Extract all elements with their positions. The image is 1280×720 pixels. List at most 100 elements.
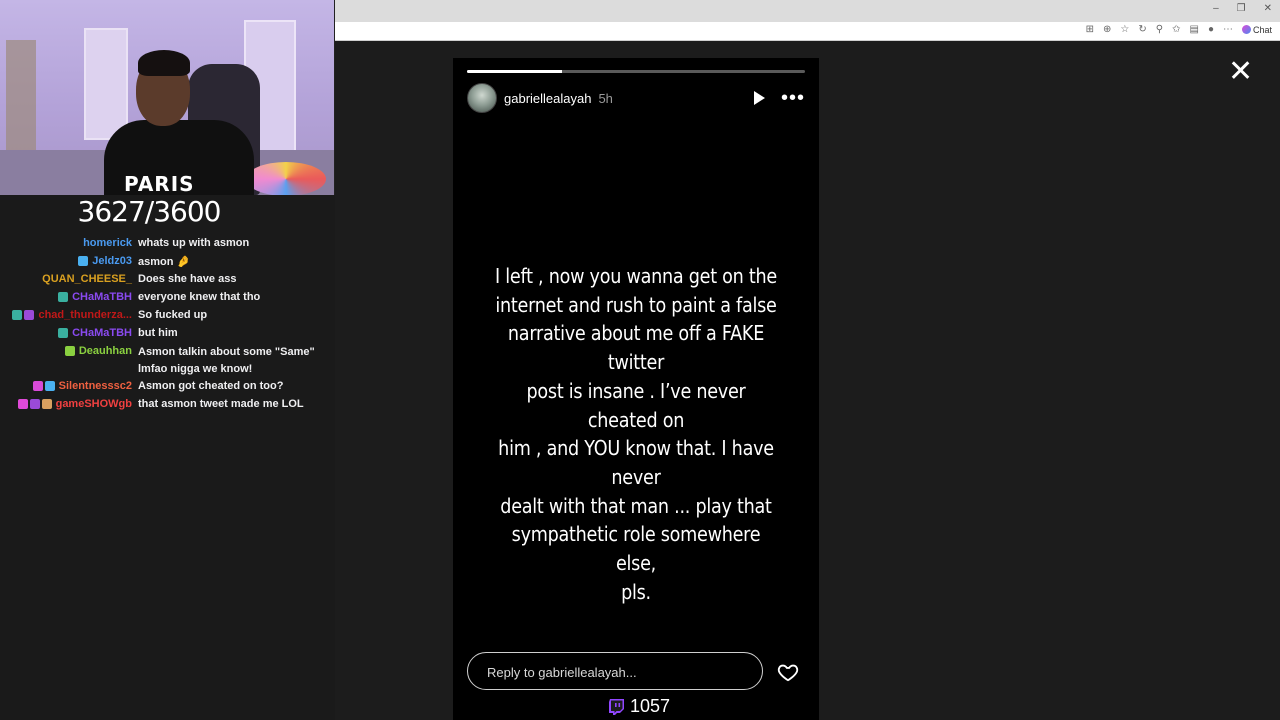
chat-username-text: Deauhhan [78,345,132,357]
chat-badge-icon [58,328,69,339]
minimize-button[interactable]: – [1213,3,1219,14]
chat-badge-icon [41,399,52,410]
menu-icon[interactable]: ⋯ [1223,24,1233,35]
chat-message-text: Does she have ass [138,273,237,285]
heart-icon[interactable] [777,661,799,683]
restore-button[interactable]: ❐ [1237,3,1246,14]
favorites-icon[interactable]: ✩ [1172,24,1180,35]
window-controls: – ❐ ✕ [1213,3,1272,14]
chat-button-label: Chat [1252,24,1272,35]
chat-message: gameSHOWgb that asmon tweet made me LOL [0,396,335,414]
grid-icon[interactable]: ⊞ [1086,24,1094,35]
chat-message: CHaMaTBH but him [0,325,335,343]
chat-badges [32,381,55,392]
chat-badge-icon [44,381,55,392]
extensions-icon[interactable]: ⚲ [1156,24,1163,35]
chat-username[interactable]: gameSHOWgb [17,398,132,410]
chat-badges [64,346,75,357]
reply-input[interactable] [485,653,749,691]
chat-badge-icon [12,310,23,321]
browser-titlebar: – ❐ ✕ [335,0,1280,22]
chat-username[interactable]: CHaMaTBH [58,327,132,339]
collections-icon[interactable]: ▤ [1189,24,1198,35]
chat-username[interactable]: chad_thunderza... [12,309,132,321]
chat-message-text: that asmon tweet made me LOL [138,398,304,410]
chat-username-text: chad_thunderza... [38,309,132,321]
chat-badges [17,399,52,410]
chat-message-text: Asmon got cheated on too? [138,380,284,392]
chat-username-text: CHaMaTBH [72,291,132,303]
chat-message: chad_thunderza... So fucked up [0,307,335,325]
chat-username[interactable]: Jeldz03 [78,255,132,267]
viewer-count-value: 1057 [630,696,671,716]
chat-message: Silentnesssc2 Asmon got cheated on too? [0,378,335,396]
chat-badge-icon [24,310,35,321]
story-text-line: narrative about me off a FAKE twitter [507,321,765,375]
more-options-icon[interactable]: ••• [781,88,805,108]
chat-message-text: everyone knew that tho [138,291,261,303]
chat-button[interactable]: Chat [1241,24,1272,35]
browser-toolbar: ⊞ ⊕ ☆ ↻ ⚲ ✩ ▤ ● ⋯ Chat [335,22,1280,41]
chat-username-text: CHaMaTBH [72,327,132,339]
story-text: I left , now you wanna get on the intern… [493,262,780,606]
story-text-line: post is insane . I’ve never cheated on [526,378,746,432]
story-text-line: dealt with that man ... play that [500,493,772,518]
copilot-icon [1241,25,1251,34]
chat-badge-icon [32,381,43,392]
chat-message-text: but him [138,327,178,339]
chat-username[interactable]: QUAN_CHEESE_ [42,273,132,285]
play-icon[interactable] [753,91,765,105]
chat-username-text: Silentnesssc2 [58,380,132,392]
reply-field[interactable] [467,652,763,691]
chat-badge-icon [78,256,89,267]
story-username[interactable]: gabriellealayah [504,91,591,106]
chat-badges [78,256,89,267]
chat-username[interactable]: Deauhhan [64,345,132,357]
chat-username[interactable]: Silentnesssc2 [32,380,132,392]
story-progress-bar [467,70,805,73]
chat-username[interactable]: homerick [83,237,132,249]
chat-username-text: homerick [83,237,132,249]
chat-message: CHaMaTBH everyone knew that tho [0,289,335,307]
chat-badges [58,292,69,303]
chat-message-text: asmon 🤌 [138,256,191,268]
chat-badge-icon [29,399,40,410]
chat-message: homerick whats up with asmon [0,235,335,253]
chat-message: Jeldz03 asmon 🤌 [0,253,335,271]
webcam-overlay: PARIS [0,0,335,195]
chat-badges [12,310,35,321]
chat-username-text: gameSHOWgb [55,398,132,410]
chat-message-text: whats up with asmon [138,237,250,249]
chat-username-text: Jeldz03 [92,255,132,267]
viewer-count: 1057 [608,696,670,717]
chat-message-text: So fucked up [138,309,208,321]
story-text-line: sympathetic role somewhere else, [511,522,761,576]
story-text-line: I left , now you wanna get on the [495,264,777,288]
chat-message-text: Asmon talkin about some "Same" lmfao nig… [138,346,315,375]
chat-overlay: homerick whats up with asmon Jeldz03 asmon … [0,235,335,414]
zoom-icon[interactable]: ⊕ [1103,24,1111,35]
close-icon[interactable]: ✕ [1228,57,1253,87]
chat-message: Deauhhan Asmon talkin about some "Same" l… [0,343,335,378]
story-text-line: pls. [621,579,651,604]
close-window-button[interactable]: ✕ [1264,3,1272,14]
story-header: gabriellealayah 5h ••• [467,83,805,113]
twitch-icon [609,698,624,715]
chat-badge-icon [64,346,75,357]
profile-icon[interactable]: ● [1208,24,1214,35]
story-text-line: him , and YOU know that. I have never [498,436,774,489]
story-card[interactable]: gabriellealayah 5h ••• I left , now you … [453,58,819,720]
story-text-line: internet and rush to paint a false [495,292,777,317]
chat-badge-icon [17,399,28,410]
chat-username[interactable]: CHaMaTBH [58,291,132,303]
story-progress-fill [467,70,562,73]
avatar[interactable] [467,83,497,113]
refresh-icon[interactable]: ↻ [1138,24,1146,35]
sub-goal-counter: 3627/3600 [77,195,222,228]
story-time: 5h [598,90,613,106]
chat-username-text: QUAN_CHEESE_ [42,273,132,285]
star-icon[interactable]: ☆ [1120,24,1129,35]
chat-message: QUAN_CHEESE_ Does she have ass [0,271,335,289]
chat-badges [58,328,69,339]
chat-badge-icon [58,292,69,303]
